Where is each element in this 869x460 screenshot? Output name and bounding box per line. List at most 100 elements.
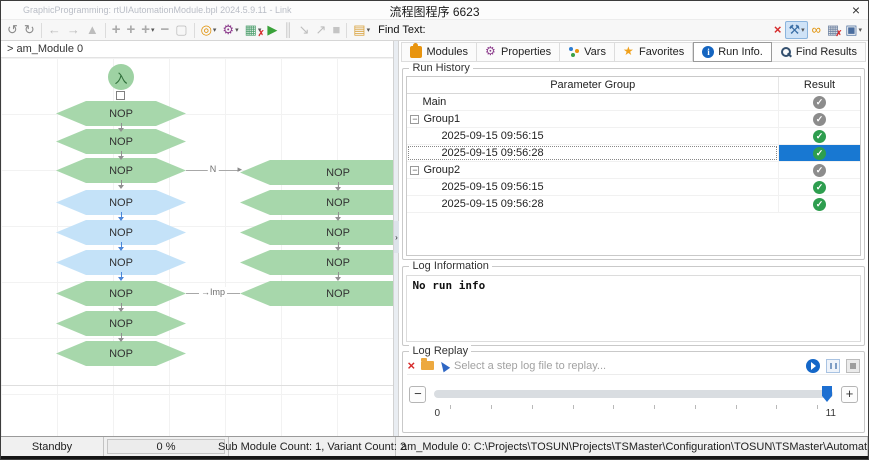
splitter-collapse-icon[interactable]: ›	[394, 221, 399, 253]
open-folder-icon[interactable]	[421, 361, 434, 370]
tab-modules[interactable]: Modules	[401, 42, 477, 62]
link-icon[interactable]: ∞	[810, 21, 823, 39]
start-node[interactable]: 入	[108, 64, 134, 90]
branch-label: N	[208, 164, 219, 175]
step-into-icon[interactable]: ↘	[297, 21, 312, 39]
dropdown-caret-icon: ▾	[235, 26, 239, 34]
run-history-row[interactable]: −Group1✓	[407, 111, 860, 128]
parameter-label: 2025-09-15 09:56:15	[441, 181, 543, 193]
result-check-icon: ✓	[813, 130, 826, 143]
cursor-pointer-icon[interactable]	[438, 359, 450, 372]
slider-min-label: 0	[434, 408, 440, 419]
nav-up-icon[interactable]: ▲	[84, 21, 101, 39]
flow-node-r2[interactable]: NOP	[240, 190, 393, 215]
result-check-icon: ✓	[813, 164, 826, 177]
record-icon[interactable]: ◎▾	[199, 21, 219, 39]
slider-tick	[776, 405, 777, 409]
export-icon[interactable]: ▣▾	[843, 21, 864, 39]
replay-file-placeholder: Select a step log file to replay...	[454, 360, 800, 372]
start-port-icon	[116, 91, 125, 100]
slider-increment-button[interactable]: +	[841, 386, 858, 403]
flow-node-l6[interactable]: NOP	[56, 250, 186, 275]
close-icon[interactable]: ×	[852, 1, 860, 19]
replay-pause-button[interactable]	[826, 359, 840, 373]
slider-track[interactable]	[434, 390, 833, 398]
flow-node-l8[interactable]: NOP	[56, 311, 186, 336]
parameter-cell[interactable]: −Group2	[407, 162, 778, 178]
tab-vars[interactable]: Vars	[560, 42, 615, 62]
slider-thumb[interactable]	[822, 386, 832, 402]
script-log-icon[interactable]: ▤▾	[351, 21, 372, 39]
run-icon[interactable]: ▶	[265, 21, 279, 39]
nav-back-icon[interactable]: ←	[46, 21, 63, 39]
clear-grid-icon[interactable]: ▦✗	[825, 21, 841, 39]
collapse-icon[interactable]: −	[410, 166, 419, 175]
step-out-icon[interactable]: ↗	[314, 21, 329, 39]
remove-node-icon[interactable]: −	[159, 21, 172, 39]
parameter-cell[interactable]: Main	[407, 94, 778, 110]
clear-find-icon[interactable]: ×	[772, 21, 784, 39]
validate-table-icon[interactable]: ▦✗▾	[243, 21, 264, 39]
stop-icon[interactable]: ■	[330, 21, 342, 39]
status-module-path: am_Module 0: C:\Projects\TOSUN\Projects\…	[396, 437, 868, 456]
undo-icon[interactable]: ↺	[5, 21, 20, 39]
slider-tick	[491, 405, 492, 409]
slider-decrement-button[interactable]: −	[409, 386, 426, 403]
parameter-cell[interactable]: 2025-09-15 09:56:15	[407, 179, 778, 195]
replay-stop-button[interactable]	[846, 359, 860, 373]
branch-link-imp: →Imp	[186, 286, 240, 300]
parameter-cell[interactable]: −Group1	[407, 111, 778, 127]
flowchart-area[interactable]: 入 NOP NOP NOP NOP NOP NOP NOP NOP NOP NOP NOP NOP NOP…	[1, 58, 393, 436]
parameter-cell[interactable]: 2025-09-15 09:56:28	[407, 196, 778, 212]
tab-properties[interactable]: Properties	[477, 42, 560, 62]
status-progress-cell: 0 %	[104, 437, 229, 456]
run-history-row[interactable]: Main✓	[407, 94, 860, 111]
clear-log-icon[interactable]: ×	[407, 358, 415, 374]
flow-node-r1[interactable]: NOP	[240, 160, 393, 185]
result-cell: ✓	[778, 128, 860, 144]
run-history-row[interactable]: 2025-09-15 09:56:28 ✓	[407, 196, 860, 213]
collapse-icon[interactable]: −	[410, 115, 419, 124]
tab-favorites[interactable]: Favorites	[615, 42, 693, 62]
result-check-icon: ✓	[813, 198, 826, 211]
find-text-input[interactable]	[430, 22, 771, 38]
node-label: NOP	[109, 108, 133, 120]
parameter-label: Group2	[423, 164, 460, 176]
settings-gear-icon[interactable]: ⚙▾	[220, 21, 240, 39]
add-more-icon[interactable]: +▾	[139, 21, 156, 39]
run-history-row[interactable]: 2025-09-15 09:56:15 ✓	[407, 128, 860, 145]
run-history-row[interactable]: 2025-09-15 09:56:28 ✓	[407, 145, 860, 162]
main-toolbar: ↺↻←→▲+++▾−▢◎▾⚙▾▦✗▾▶║↘↗■▤▾ Find Text: ×⚒▾…	[1, 19, 868, 41]
flow-node-r4[interactable]: NOP	[240, 250, 393, 275]
slider-tick	[450, 405, 451, 409]
nav-forward-icon[interactable]: →	[65, 21, 82, 39]
run-history-row[interactable]: 2025-09-15 09:56:15✓	[407, 179, 860, 196]
flow-node-l1[interactable]: NOP	[56, 101, 186, 126]
tab-find-results[interactable]: Find Results	[772, 42, 866, 62]
wrench-tools-icon[interactable]: ⚒▾	[785, 21, 807, 39]
slider-tick	[613, 405, 614, 409]
node-label: NOP	[109, 227, 133, 239]
parameter-cell[interactable]: 2025-09-15 09:56:28	[407, 145, 778, 161]
flow-node-r3[interactable]: NOP	[240, 220, 393, 245]
parameter-cell[interactable]: 2025-09-15 09:56:15	[407, 128, 778, 144]
add-node-icon[interactable]: +	[110, 21, 123, 39]
redo-icon[interactable]: ↻	[22, 21, 37, 39]
flow-node-l9[interactable]: NOP	[56, 341, 186, 366]
column-result: Result	[778, 77, 860, 93]
flow-node-l7[interactable]: NOP	[56, 281, 186, 306]
add-branch-icon[interactable]: +	[124, 21, 137, 39]
flow-node-l2[interactable]: NOP	[56, 129, 186, 154]
pause-icon[interactable]: ║	[281, 21, 294, 39]
flow-node-l3[interactable]: NOP	[56, 158, 186, 183]
toolbar-separator	[105, 23, 106, 38]
flow-node-l4[interactable]: NOP	[56, 190, 186, 215]
log-information-content: No run info	[406, 275, 861, 342]
replay-play-button[interactable]	[806, 359, 820, 373]
flow-node-r5[interactable]: NOP	[240, 281, 393, 306]
flow-node-l5[interactable]: NOP	[56, 220, 186, 245]
fit-view-icon[interactable]: ▢	[173, 21, 189, 39]
run-history-row[interactable]: −Group2 ✓	[407, 162, 860, 179]
result-check-icon: ✓	[813, 147, 826, 160]
tab-run-info[interactable]: Run Info.	[693, 42, 772, 62]
